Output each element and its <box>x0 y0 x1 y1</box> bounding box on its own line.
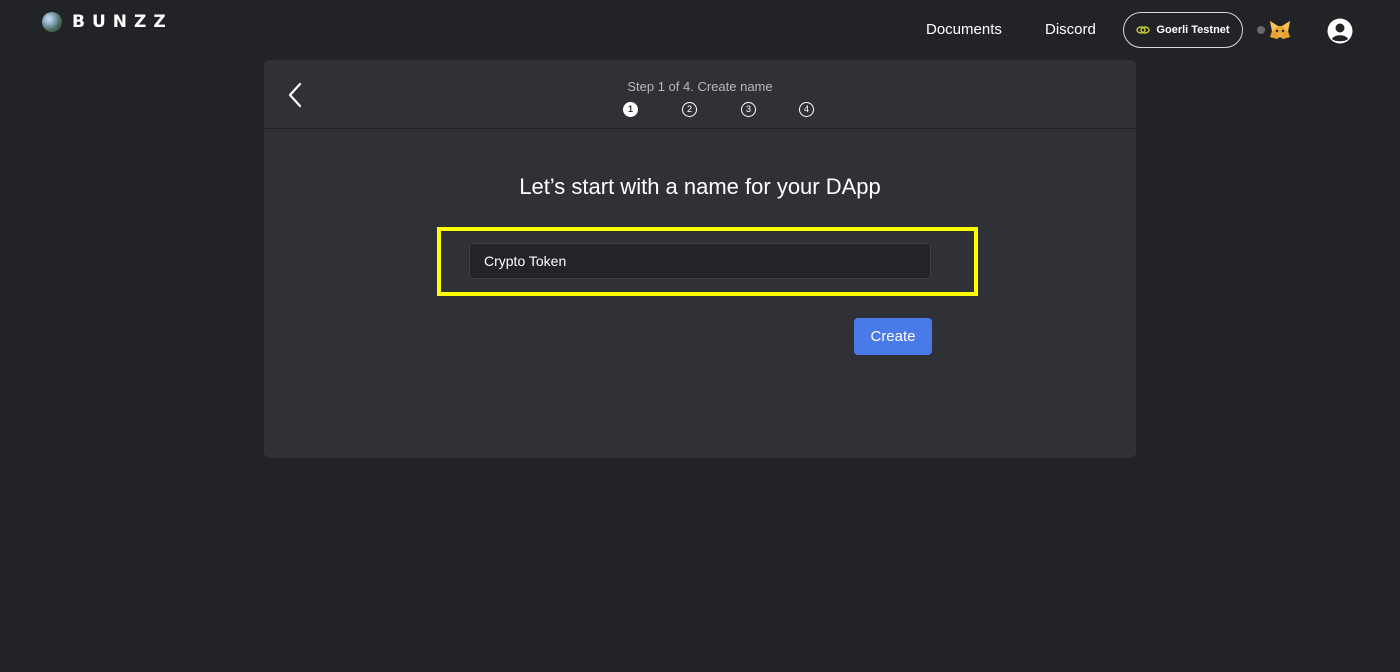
page-title: Let’s start with a name for your DApp <box>519 174 881 199</box>
create-dapp-card: Step 1 of 4. Create name 1 2 3 4 Let’s s… <box>264 60 1136 458</box>
logo-text: BUNZZ <box>72 12 173 32</box>
step-4[interactable]: 4 <box>799 102 814 117</box>
step-1[interactable]: 1 <box>623 102 638 117</box>
logo[interactable]: BUNZZ <box>42 12 173 32</box>
wallet-button[interactable] <box>1257 18 1292 42</box>
wallet-status-dot <box>1257 26 1265 34</box>
nav-discord-link[interactable]: Discord <box>1045 21 1096 38</box>
wizard-header: Step 1 of 4. Create name 1 2 3 4 <box>264 60 1136 129</box>
step-3[interactable]: 3 <box>741 102 756 117</box>
network-selector-button[interactable]: Goerli Testnet <box>1123 12 1243 48</box>
user-avatar-icon[interactable] <box>1327 18 1353 44</box>
globe-icon <box>42 12 62 32</box>
metamask-fox-icon <box>1270 21 1290 39</box>
nav-documents-link[interactable]: Documents <box>926 21 1002 38</box>
top-bar: BUNZZ Documents Discord Goerli Testnet <box>0 0 1400 60</box>
create-button[interactable]: Create <box>854 318 932 355</box>
step-2[interactable]: 2 <box>682 102 697 117</box>
chain-link-icon <box>1136 26 1151 34</box>
dapp-name-input[interactable] <box>469 243 931 279</box>
network-label: Goerli Testnet <box>1156 24 1230 36</box>
step-title: Step 1 of 4. Create name <box>627 79 773 94</box>
